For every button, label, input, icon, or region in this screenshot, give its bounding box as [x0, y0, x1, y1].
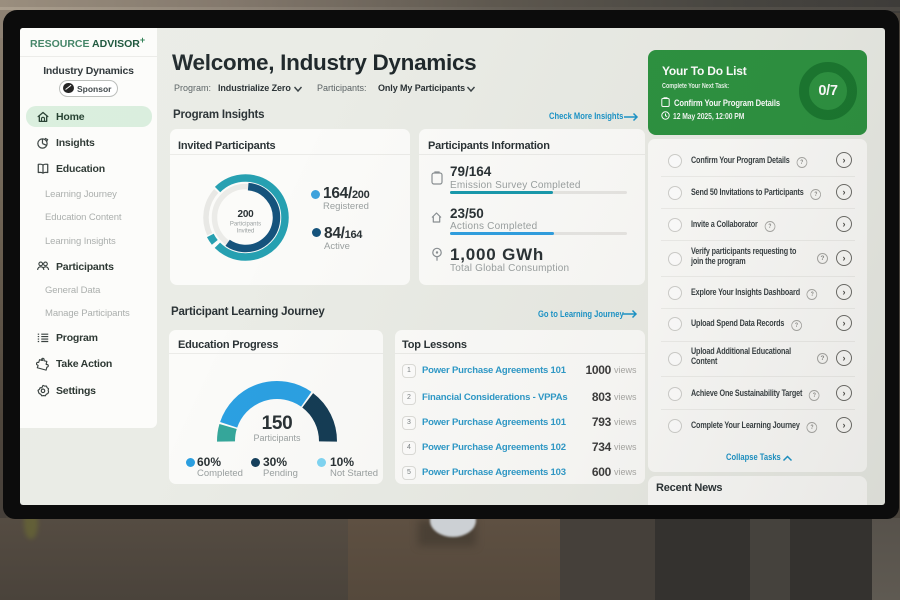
svg-text:200: 200	[237, 209, 254, 220]
svg-text:Invited: Invited	[237, 229, 255, 235]
svg-text:Participants: Participants	[230, 222, 261, 228]
